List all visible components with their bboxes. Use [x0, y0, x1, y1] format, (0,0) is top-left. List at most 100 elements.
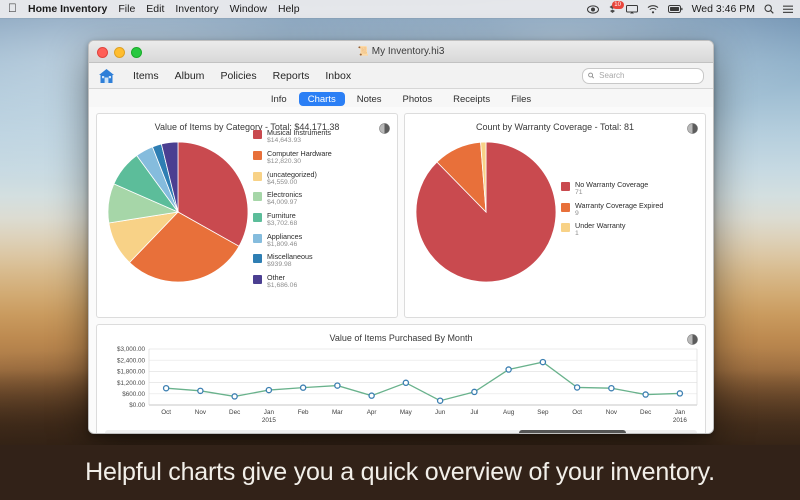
legend-item[interactable]: Appliances $1,809.46 — [253, 232, 332, 249]
data-point-marker[interactable] — [162, 384, 170, 392]
data-point-marker[interactable] — [471, 388, 478, 396]
promo-caption-text: Helpful charts give you a quick overview… — [85, 458, 715, 486]
control-center-icon[interactable] — [783, 5, 793, 14]
x-axis-tick-label: Apr — [367, 409, 377, 416]
horizontal-scrollbar-track[interactable] — [105, 430, 697, 433]
chart-legend-category: Musical Instruments $14,643.93 Computer Ha… — [253, 129, 332, 294]
airplay-icon[interactable] — [625, 4, 638, 14]
legend-item[interactable]: Computer Hardware $12,820.30 — [253, 149, 332, 166]
window-titlebar[interactable]: 📜 My Inventory.hi3 — [89, 41, 713, 63]
x-axis-tick-label: Sep — [537, 409, 549, 416]
chart-title-warranty: Count by Warranty Coverage - Total: 81 — [475, 122, 635, 132]
x-axis-tick-label: Jan — [264, 409, 275, 416]
y-axis-tick-label: $2,400.00 — [117, 357, 146, 364]
pie-chart-category — [107, 141, 249, 283]
toolbar-item-items[interactable]: Items — [125, 69, 167, 83]
chart-type-toggle-icon-month[interactable] — [687, 332, 698, 345]
tab-notes[interactable]: Notes — [348, 92, 391, 106]
legend-swatch — [253, 150, 262, 160]
legend-label: Electronics — [267, 190, 303, 200]
legend-label: Warranty Coverage Expired — [575, 200, 664, 210]
x-axis-tick-label: Dec — [640, 409, 651, 416]
chart-legend-warranty: No Warranty Coverage 71 Warranty Coverage … — [561, 180, 664, 243]
toolbar-item-album[interactable]: Album — [167, 69, 213, 83]
data-point-marker[interactable] — [402, 379, 410, 387]
search-input[interactable] — [597, 70, 698, 81]
data-point-marker[interactable] — [436, 397, 444, 404]
search-icon[interactable] — [764, 4, 774, 14]
x-axis-tick-label: May — [400, 409, 413, 416]
legend-item[interactable]: Other $1,686.06 — [253, 273, 332, 290]
minimize-button[interactable] — [114, 47, 125, 58]
legend-swatch — [253, 275, 262, 285]
data-point-marker[interactable] — [368, 392, 375, 399]
dropbox-icon[interactable]: 10 — [608, 1, 624, 14]
legend-item[interactable]: (uncategorized) $4,559.00 — [253, 170, 332, 187]
data-point-marker[interactable] — [197, 387, 204, 395]
horizontal-scrollbar-thumb[interactable] — [519, 430, 626, 433]
y-axis-tick-label: $0.00 — [129, 402, 145, 409]
legend-item[interactable]: Musical Instruments $14,643.93 — [253, 129, 332, 145]
toolbar-item-policies[interactable]: Policies — [212, 69, 264, 83]
x-axis-tick-label: Aug — [503, 409, 515, 416]
data-point-marker[interactable] — [299, 384, 307, 391]
menu-item-inventory[interactable]: Inventory — [175, 3, 218, 15]
legend-swatch — [561, 223, 570, 233]
legend-label: Other — [267, 273, 285, 283]
toolbar-item-inbox[interactable]: Inbox — [317, 69, 359, 83]
data-point-marker[interactable] — [642, 391, 649, 398]
app-window: 📜 My Inventory.hi3 Items Album Policies … — [88, 40, 714, 434]
menu-item-window[interactable]: Window — [230, 3, 267, 15]
data-point-marker[interactable] — [676, 390, 684, 397]
legend-swatch — [561, 202, 570, 212]
data-point-marker[interactable] — [265, 386, 273, 394]
menu-item-app-name[interactable]: Home Inventory — [28, 3, 107, 15]
legend-value: $14,643.93 — [267, 137, 302, 145]
close-button[interactable] — [97, 47, 108, 58]
legend-item[interactable]: Warranty Coverage Expired 9 — [561, 200, 664, 218]
chart-type-toggle-icon-category[interactable] — [379, 121, 390, 134]
window-title-area: 📜 My Inventory.hi3 — [89, 46, 713, 57]
data-point-marker[interactable] — [505, 366, 512, 373]
tab-photos[interactable]: Photos — [394, 92, 442, 106]
eye-icon[interactable] — [586, 4, 599, 14]
chart-type-toggle-icon-warranty[interactable] — [687, 121, 698, 134]
data-point-marker[interactable] — [334, 382, 341, 389]
menu-item-file[interactable]: File — [118, 3, 135, 15]
legend-item[interactable]: Electronics $4,009.97 — [253, 191, 332, 207]
data-point-marker[interactable] — [231, 393, 238, 400]
legend-label: Musical Instruments — [267, 128, 331, 138]
legend-item[interactable]: Under Warranty 1 — [561, 222, 663, 238]
tab-charts[interactable]: Charts — [298, 92, 345, 106]
chart-title-month: Value of Items Purchased By Month — [329, 333, 473, 343]
menu-bar-clock[interactable]: Wed 3:46 PM — [692, 3, 755, 15]
y-axis-tick-label: $1,800.00 — [117, 369, 146, 376]
tab-receipts[interactable]: Receipts — [444, 92, 499, 106]
tab-info[interactable]: Info — [262, 92, 296, 106]
apple-logo-icon[interactable]:  — [8, 2, 17, 14]
wifi-icon[interactable] — [647, 4, 659, 14]
chart-title-category: Value of Items by Category - Total: $44,… — [154, 122, 340, 132]
legend-item[interactable]: Furniture $3,702.68 — [253, 211, 332, 228]
tab-files[interactable]: Files — [502, 92, 540, 106]
data-point-marker[interactable] — [573, 384, 581, 391]
toolbar-item-reports[interactable]: Reports — [265, 69, 318, 83]
window-controls — [97, 47, 142, 58]
legend-item[interactable]: No Warranty Coverage 71 — [561, 180, 663, 197]
screen:  Home Inventory File Edit Inventory Win… — [0, 0, 800, 500]
home-icon[interactable] — [98, 68, 115, 84]
data-point-marker[interactable] — [539, 358, 547, 366]
window-title: My Inventory.hi3 — [371, 46, 445, 57]
legend-value: 71 — [575, 189, 583, 197]
legend-value: $939.98 — [267, 261, 292, 269]
x-axis-tick-label: Oct — [572, 409, 582, 416]
chart-body-category: Musical Instruments $14,643.93 Computer Ha… — [97, 129, 397, 294]
battery-icon[interactable] — [667, 5, 683, 13]
menu-item-edit[interactable]: Edit — [146, 3, 164, 15]
search-field[interactable] — [582, 67, 704, 84]
zoom-button[interactable] — [131, 47, 142, 58]
menu-item-help[interactable]: Help — [278, 3, 300, 15]
search-field-icon — [588, 72, 595, 79]
data-point-marker[interactable] — [608, 384, 615, 392]
legend-item[interactable]: Miscellaneous $939.98 — [253, 253, 332, 269]
